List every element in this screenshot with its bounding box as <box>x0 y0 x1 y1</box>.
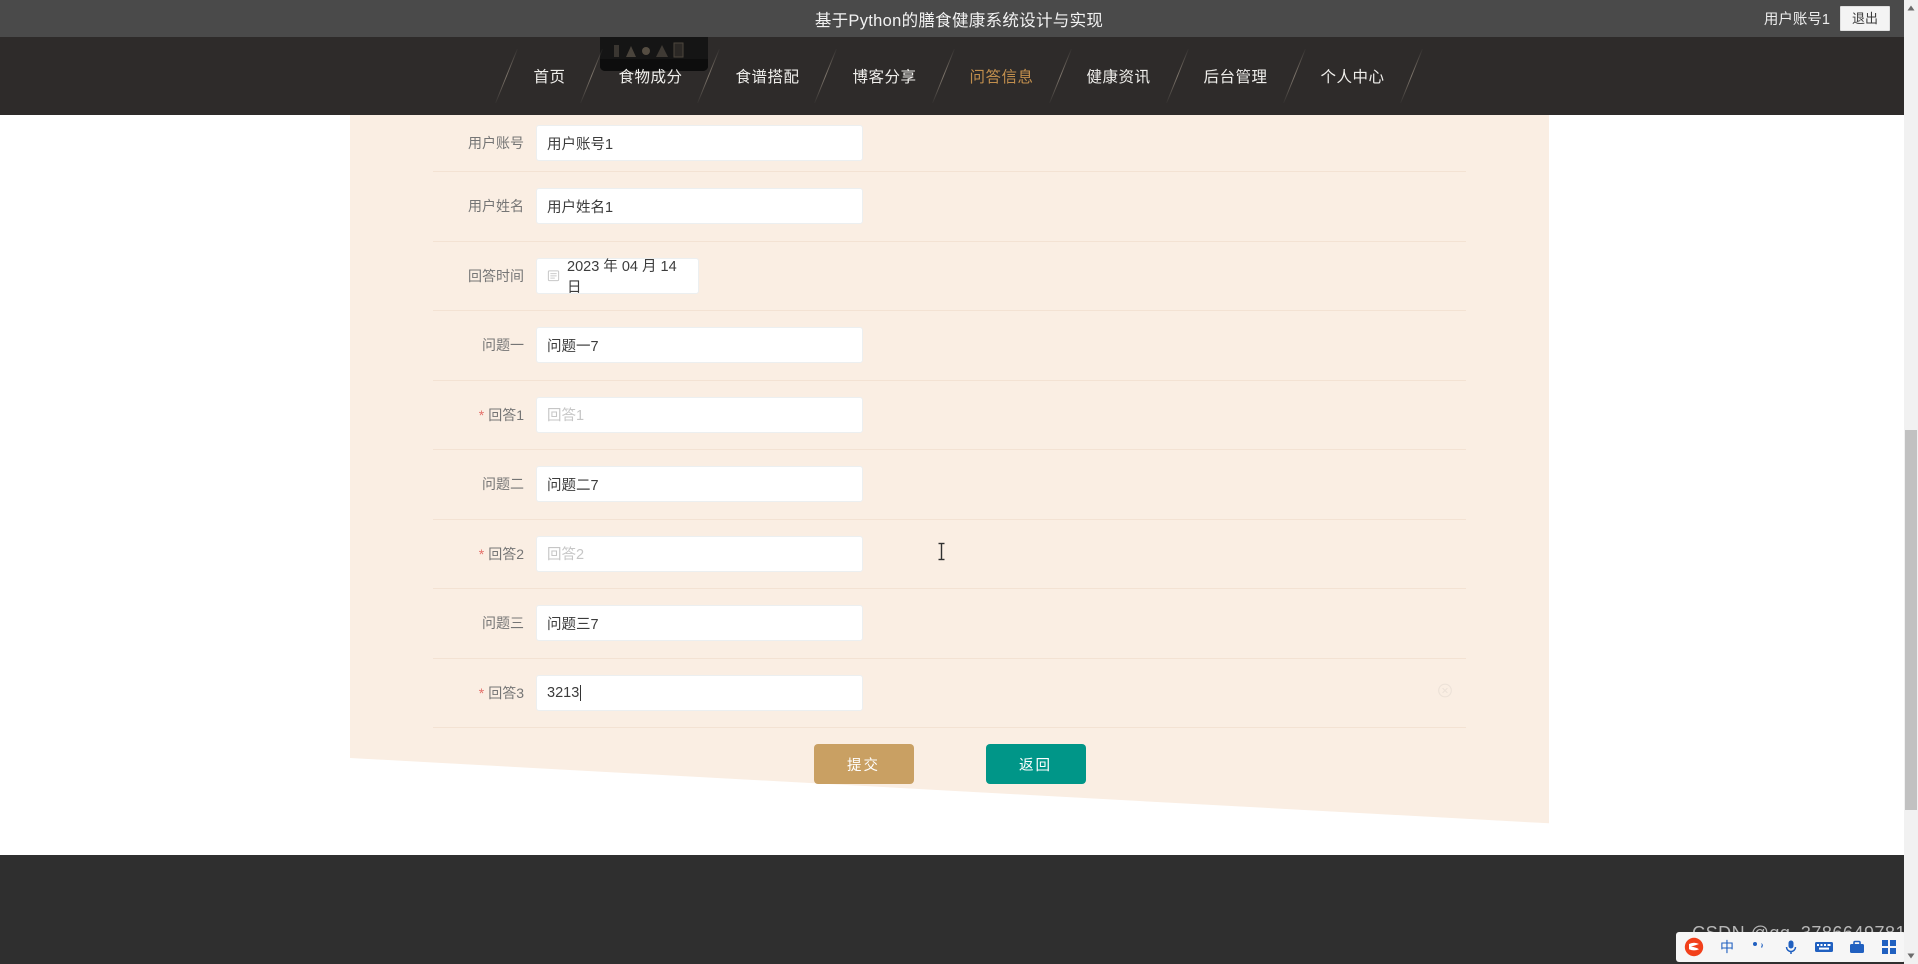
form-row-question-1: 问题一 问题一7 <box>433 311 1466 381</box>
input-user-account[interactable]: 用户账号1 <box>536 125 863 161</box>
scroll-up-arrow-icon[interactable] <box>1904 0 1918 16</box>
label-question-1: 问题一 <box>433 335 536 355</box>
input-value: 2023 年 04 月 14 日 <box>567 258 677 296</box>
content-area: 用户账号 用户账号1 用户姓名 用户姓名1 回答时间 2023 年 04 月 1… <box>0 115 1918 855</box>
nav-band: 首页 食物成分 食谱搭配 博客分享 问答信息 健康资讯 后台管理 个人中心 <box>0 37 1918 115</box>
label-text: 问题一 <box>482 337 524 354</box>
top-bar-right: 用户账号1 退出 <box>1764 0 1890 37</box>
calendar-icon <box>547 269 560 282</box>
top-bar: 基于Python的膳食健康系统设计与实现 用户账号1 退出 <box>0 0 1918 37</box>
label-text: 问题三 <box>482 615 524 632</box>
label-answer-time: 回答时间 <box>433 266 536 286</box>
input-value: 问题二7 <box>547 477 599 494</box>
main-nav: 首页 食物成分 食谱搭配 博客分享 问答信息 健康资讯 后台管理 个人中心 <box>0 37 1918 115</box>
label-text: 用户账号 <box>468 135 524 151</box>
nav-item-7[interactable]: 个人中心 <box>1295 65 1411 87</box>
input-placeholder: 回答1 <box>547 408 585 425</box>
circle-close-icon[interactable] <box>1438 683 1452 702</box>
label-question-2: 问题二 <box>433 474 536 494</box>
form-row-answer-2: * 回答2 回答2 <box>433 520 1466 589</box>
ime-microphone-icon[interactable] <box>1782 938 1800 956</box>
label-text: 回答时间 <box>468 267 524 284</box>
ime-toolbar: 中 <box>1676 932 1906 962</box>
required-mark: * <box>478 406 485 423</box>
page-root: 基于Python的膳食健康系统设计与实现 用户账号1 退出 首页 食物成分 食谱… <box>0 0 1918 964</box>
label-user-account: 用户账号 <box>433 133 536 153</box>
form-row-answer-time: 回答时间 2023 年 04 月 14 日 <box>433 242 1466 311</box>
input-answer-3[interactable]: 3213 <box>536 674 863 711</box>
label-text: 回答2 <box>488 545 524 562</box>
ime-logo-icon[interactable] <box>1684 937 1704 957</box>
input-value: 用户账号1 <box>547 136 614 153</box>
page-scrollbar[interactable] <box>1904 0 1918 964</box>
nav-item-1[interactable]: 食物成分 <box>592 65 708 87</box>
scroll-thumb[interactable] <box>1905 430 1917 810</box>
nav-item-4[interactable]: 问答信息 <box>944 65 1060 87</box>
ime-apps-icon[interactable] <box>1880 938 1898 956</box>
nav-item-2[interactable]: 食谱搭配 <box>709 65 825 87</box>
nav-item-5[interactable]: 健康资讯 <box>1061 65 1177 87</box>
label-answer-2: * 回答2 <box>433 544 536 564</box>
ime-keyboard-icon[interactable] <box>1814 938 1834 956</box>
nav-item-3[interactable]: 博客分享 <box>826 65 942 87</box>
footer: CSDN @qq_37866497⁠81 中 <box>0 855 1918 964</box>
input-value: 3213 <box>547 684 580 701</box>
label-user-name: 用户姓名 <box>433 196 536 216</box>
form-row-answer-1: * 回答1 回答1 <box>433 381 1466 450</box>
form-row-question-2: 问题二 问题二7 <box>433 450 1466 520</box>
current-user-label: 用户账号1 <box>1763 12 1830 28</box>
input-question-3[interactable]: 问题三7 <box>536 605 863 642</box>
back-button[interactable]: 返回 <box>985 744 1086 784</box>
text-caret <box>580 684 582 701</box>
label-answer-3: * 回答3 <box>433 683 536 703</box>
input-value: 问题一7 <box>547 338 599 355</box>
form-row-answer-3: * 回答3 3213 <box>433 659 1466 728</box>
nav-item-6[interactable]: 后台管理 <box>1178 65 1294 87</box>
label-text: 回答3 <box>488 684 524 701</box>
input-value: 问题三7 <box>547 616 599 633</box>
input-question-2[interactable]: 问题二7 <box>536 466 863 503</box>
required-mark: * <box>478 545 485 562</box>
input-user-name[interactable]: 用户姓名1 <box>536 188 863 225</box>
input-answer-time[interactable]: 2023 年 04 月 14 日 <box>536 257 699 296</box>
input-placeholder: 回答2 <box>547 547 585 564</box>
form-actions: 提交 返回 <box>433 728 1466 800</box>
text-cursor-icon <box>937 541 946 566</box>
ime-punctuation-icon[interactable] <box>1750 938 1768 956</box>
input-value: 用户姓名1 <box>547 199 614 216</box>
ime-chinese-mode-icon[interactable]: 中 <box>1718 938 1736 956</box>
label-question-3: 问题三 <box>433 613 536 633</box>
ime-toolbox-icon[interactable] <box>1848 938 1866 956</box>
form-row-question-3: 问题三 问题三7 <box>433 589 1466 659</box>
label-answer-1: * 回答1 <box>433 405 536 425</box>
scroll-down-arrow-icon[interactable] <box>1904 948 1918 964</box>
submit-button[interactable]: 提交 <box>813 744 914 784</box>
input-answer-1[interactable]: 回答1 <box>536 396 863 433</box>
svg-text:中: 中 <box>1720 940 1734 956</box>
required-mark: * <box>478 684 485 701</box>
label-text: 用户姓名 <box>468 198 524 215</box>
form-row-user-name: 用户姓名 用户姓名1 <box>433 172 1466 242</box>
input-question-1[interactable]: 问题一7 <box>536 327 863 364</box>
answer-form: 用户账号 用户账号1 用户姓名 用户姓名1 回答时间 2023 年 04 月 1… <box>350 115 1549 800</box>
label-text: 回答1 <box>488 406 524 423</box>
logout-button[interactable]: 退出 <box>1839 6 1890 31</box>
label-text: 问题二 <box>482 476 524 493</box>
form-row-user-account: 用户账号 用户账号1 <box>433 115 1466 172</box>
page-title: 基于Python的膳食健康系统设计与实现 <box>814 11 1104 30</box>
input-answer-2[interactable]: 回答2 <box>536 535 863 572</box>
nav-item-0[interactable]: 首页 <box>507 65 591 87</box>
